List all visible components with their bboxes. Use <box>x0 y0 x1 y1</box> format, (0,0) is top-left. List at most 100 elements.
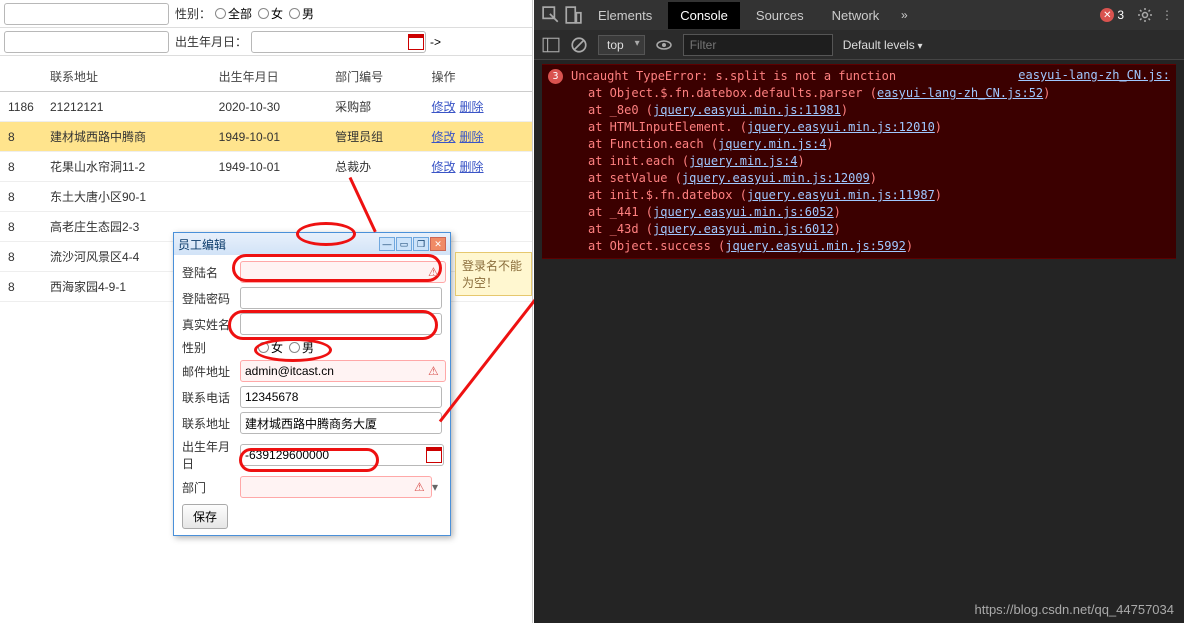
warn-icon <box>428 364 442 378</box>
context-select[interactable]: top <box>598 35 645 55</box>
stack-frame: at Object.$.fn.datebox.defaults.parser (… <box>588 85 1170 102</box>
warn-icon <box>414 480 428 494</box>
stack-source-link[interactable]: jquery.easyui.min.js:6052 <box>653 205 834 219</box>
stack-source-link[interactable]: jquery.easyui.min.js:5992 <box>725 239 906 253</box>
login-label: 登陆名 <box>182 264 240 281</box>
more-tabs-icon[interactable]: » <box>895 6 913 24</box>
edit-link[interactable]: 修改 <box>432 160 456 174</box>
error-source-link[interactable]: easyui-lang-zh_CN.js: <box>1018 68 1170 82</box>
date-from[interactable] <box>251 31 426 53</box>
devtools-tabs: Elements Console Sources Network » ✕3 ⋮ <box>534 0 1184 30</box>
console-body: 3 Uncaught TypeError: s.split is not a f… <box>534 60 1184 263</box>
filter-row-2: 出生年月日： -> <box>0 28 532 56</box>
pwd-label: 登陆密码 <box>182 290 240 307</box>
validation-tooltip: 登录名不能为空！ <box>455 252 532 296</box>
dialog-title: 员工编辑 <box>178 236 226 253</box>
eye-icon[interactable] <box>655 36 673 54</box>
close-icon[interactable]: ✕ <box>430 237 446 251</box>
stack-source-link[interactable]: jquery.easyui.min.js:12009 <box>682 171 870 185</box>
stack-frame: at _8e0 (jquery.easyui.min.js:11981) <box>588 102 1170 119</box>
error-icon: 3 <box>548 69 563 84</box>
dlg-radio-female[interactable]: 女 <box>258 339 283 356</box>
delete-link[interactable]: 删除 <box>460 100 484 114</box>
dob-input[interactable] <box>240 444 444 466</box>
stack-source-link[interactable]: jquery.easyui.min.js:12010 <box>747 120 935 134</box>
sidebar-toggle-icon[interactable] <box>542 36 560 54</box>
edit-link[interactable]: 修改 <box>432 130 456 144</box>
error-count-badge[interactable]: ✕3 <box>1100 8 1124 22</box>
radio-all[interactable]: 全部 <box>215 5 252 22</box>
radio-female[interactable]: 女 <box>258 5 283 22</box>
col-dob[interactable]: 出生年月日 <box>211 62 328 92</box>
table-row[interactable]: 8花果山水帘洞11-21949-10-01总裁办修改删除 <box>0 152 532 182</box>
filter-input-1[interactable] <box>4 3 169 25</box>
pwd-input[interactable] <box>240 287 442 309</box>
gear-icon[interactable] <box>1136 6 1154 24</box>
login-input[interactable] <box>240 261 446 283</box>
table-row[interactable]: 8建材城西路中腾商1949-10-01管理员组修改删除 <box>0 122 532 152</box>
stack-source-link[interactable]: jquery.easyui.min.js:11981 <box>653 103 841 117</box>
stack-frame: at _441 (jquery.easyui.min.js:6052) <box>588 204 1170 221</box>
chevron-down-icon[interactable]: ▾ <box>428 480 442 494</box>
watermark: https://blog.csdn.net/qq_44757034 <box>975 602 1175 617</box>
tab-sources[interactable]: Sources <box>744 2 816 29</box>
stack-frame: at init.each (jquery.min.js:4) <box>588 153 1170 170</box>
dlg-radio-male[interactable]: 男 <box>289 339 314 356</box>
real-label: 真实姓名 <box>182 316 240 333</box>
filter-row-1: 性别： 全部 女 男 <box>0 0 532 28</box>
stack-source-link[interactable]: jquery.min.js:4 <box>718 137 826 151</box>
clear-console-icon[interactable] <box>570 36 588 54</box>
tab-network[interactable]: Network <box>820 2 892 29</box>
save-button[interactable]: 保存 <box>182 504 228 529</box>
col-dept[interactable]: 部门编号 <box>327 62 423 92</box>
stack-source-link[interactable]: jquery.easyui.min.js:11987 <box>747 188 935 202</box>
radio-male[interactable]: 男 <box>289 5 314 22</box>
console-error[interactable]: 3 Uncaught TypeError: s.split is not a f… <box>542 64 1176 259</box>
col-ops[interactable]: 操作 <box>424 62 532 92</box>
collapse-icon[interactable]: — <box>379 237 395 251</box>
kebab-icon[interactable]: ⋮ <box>1158 6 1176 24</box>
filter-input-2[interactable] <box>4 31 169 53</box>
dob-label2: 出生年月日 <box>182 438 240 472</box>
edit-link[interactable]: 修改 <box>432 100 456 114</box>
log-levels-select[interactable]: Default levels <box>843 38 923 52</box>
tab-console[interactable]: Console <box>668 2 740 29</box>
stack-frame: at Function.each (jquery.min.js:4) <box>588 136 1170 153</box>
table-row[interactable]: 8东土大唐小区90-1 <box>0 182 532 212</box>
dept-input[interactable] <box>240 476 432 498</box>
mail-label: 邮件地址 <box>182 363 240 380</box>
tel-input[interactable] <box>240 386 442 408</box>
col-addr[interactable]: 联系地址 <box>42 62 211 92</box>
dialog-title-bar[interactable]: 员工编辑 — ▭ ❐ ✕ <box>174 233 450 255</box>
maximize-icon[interactable]: ❐ <box>413 237 429 251</box>
calendar-icon[interactable] <box>426 447 442 463</box>
stack-source-link[interactable]: easyui-lang-zh_CN.js:52 <box>877 86 1043 100</box>
dialog-body: 登陆名 登陆密码 真实姓名 性别 女 男 邮件地址 联系电话 联系地址 出生年月… <box>174 255 450 535</box>
edit-dialog: 员工编辑 — ▭ ❐ ✕ 登陆名 登陆密码 真实姓名 性别 女 男 邮件地址 联… <box>173 232 451 536</box>
stack-frame: at init.$.fn.datebox (jquery.easyui.min.… <box>588 187 1170 204</box>
tab-elements[interactable]: Elements <box>586 2 664 29</box>
table-row[interactable]: 1186212121212020-10-30采购部修改删除 <box>0 92 532 122</box>
real-input[interactable] <box>240 313 442 335</box>
addr-input[interactable] <box>240 412 442 434</box>
filter-input[interactable] <box>683 34 833 56</box>
stack-source-link[interactable]: jquery.easyui.min.js:6012 <box>653 222 834 236</box>
devtools-pane: Elements Console Sources Network » ✕3 ⋮ … <box>534 0 1184 623</box>
sex-label2: 性别 <box>182 339 240 356</box>
delete-link[interactable]: 删除 <box>460 130 484 144</box>
stack-frame: at Object.success (jquery.easyui.min.js:… <box>588 238 1170 255</box>
device-icon[interactable] <box>564 6 582 24</box>
dept-label: 部门 <box>182 479 240 496</box>
minimize-icon[interactable]: ▭ <box>396 237 412 251</box>
dob-label: 出生年月日： <box>175 33 247 50</box>
app-left-pane: 性别： 全部 女 男 出生年月日： -> 联系地址 出生年月日 部门编号 操作 … <box>0 0 533 623</box>
calendar-icon[interactable] <box>408 34 424 50</box>
stack-source-link[interactable]: jquery.min.js:4 <box>689 154 797 168</box>
mail-input[interactable] <box>240 360 446 382</box>
delete-link[interactable]: 删除 <box>460 160 484 174</box>
console-toolbar: top Default levels <box>534 30 1184 60</box>
error-message: Uncaught TypeError: s.split is not a fun… <box>571 68 896 85</box>
tel-label: 联系电话 <box>182 389 240 406</box>
inspect-icon[interactable] <box>542 6 560 24</box>
warn-icon <box>428 265 442 279</box>
